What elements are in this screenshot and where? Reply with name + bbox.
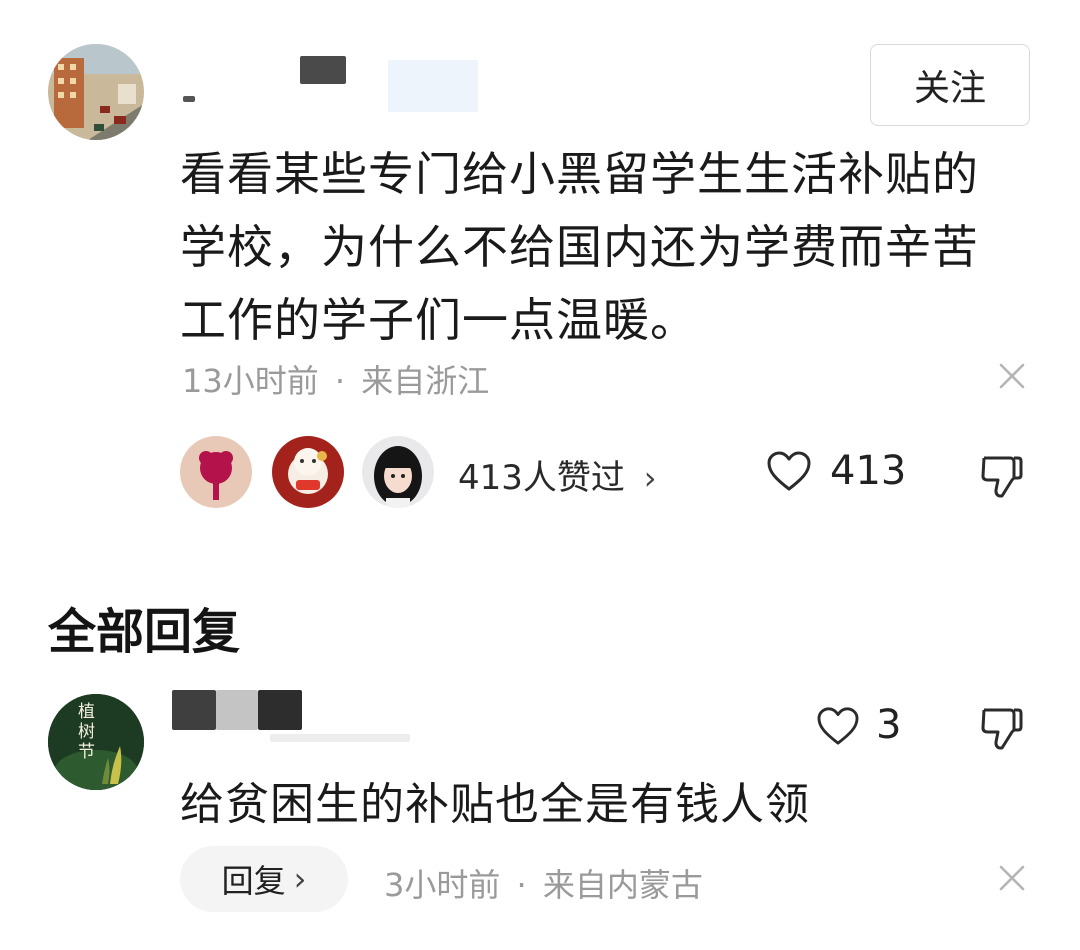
reply-button-label: 回复 [221, 862, 286, 900]
avatar-image [48, 44, 144, 140]
username-redacted [300, 56, 346, 84]
all-replies-title: 全部回复 [48, 604, 241, 660]
likers-summary-label: 413人赞过 [458, 458, 625, 498]
username-redacted [388, 60, 478, 112]
comment-meta: 13小时前 · 来自浙江 [182, 356, 489, 402]
reply-text: 给贫困生的补贴也全是有钱人领 [180, 779, 810, 830]
meta-separator: · [516, 866, 527, 904]
reply-user-avatar[interactable]: 植树节 [48, 694, 144, 790]
user-avatar[interactable] [48, 44, 144, 140]
liker-avatar [362, 436, 434, 508]
reply-like-count: 3 [876, 702, 902, 748]
avatar-caption: 植树节 [78, 702, 95, 762]
likers-summary-link[interactable]: 413人赞过 › [458, 450, 657, 499]
reply-meta: 3小时前 · 来自内蒙古 [384, 860, 703, 906]
comment-time: 13小时前 [182, 362, 319, 400]
reply-button[interactable]: 回复 › [180, 846, 348, 912]
username-redacted [183, 96, 195, 102]
close-icon[interactable] [998, 362, 1026, 390]
reply-username-redacted [172, 690, 216, 730]
follow-button-label: 关注 [913, 68, 986, 109]
reply-username-redacted [216, 690, 258, 730]
meta-separator: · [334, 362, 346, 400]
comment-location: 来自浙江 [361, 362, 490, 400]
heart-icon[interactable] [766, 450, 812, 492]
reply-username-redacted [258, 690, 302, 730]
like-count: 413 [830, 448, 907, 494]
follow-button[interactable]: 关注 [870, 44, 1030, 126]
comment-text: 看看某些专门给小黑留学生生活补贴的学校，为什么不给国内还为学费而辛苦工作的学子们… [180, 147, 979, 347]
likers-avatars[interactable] [180, 436, 440, 508]
heart-icon[interactable] [816, 706, 860, 746]
close-icon[interactable] [998, 864, 1026, 892]
thumbs-down-icon[interactable] [980, 704, 1024, 750]
chevron-right-icon: › [643, 459, 657, 497]
reply-time: 3小时前 [384, 866, 501, 904]
liker-avatar [180, 436, 252, 508]
reply-username-redacted [270, 734, 410, 742]
liker-avatar [272, 436, 344, 508]
reply-location: 来自内蒙古 [542, 866, 703, 904]
chevron-right-icon: › [293, 860, 307, 898]
thumbs-down-icon[interactable] [980, 452, 1024, 498]
